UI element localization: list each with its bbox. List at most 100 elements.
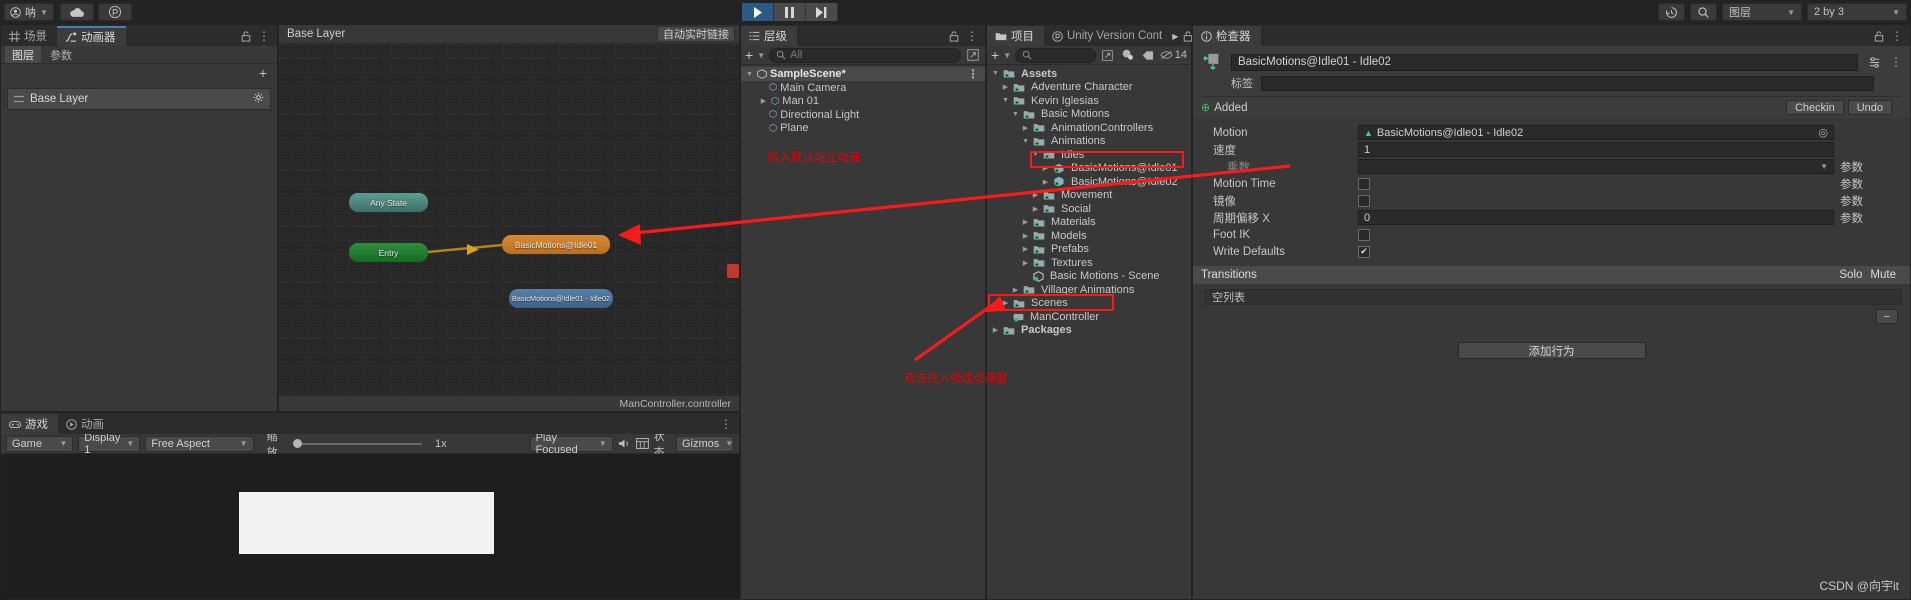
game-mode-dropdown[interactable]: Game ▼ [6,435,74,452]
step-button[interactable] [806,3,838,21]
write-defaults-checkbox[interactable]: ✔ [1358,245,1370,258]
play-button[interactable] [742,3,774,21]
tab-animator[interactable]: 动画器 [57,26,126,46]
collab-button[interactable] [98,3,132,21]
kebab-icon[interactable]: ⋮ [967,68,979,80]
project-row-assets[interactable]: ▼ Assets [987,67,1191,81]
hierarchy-row-samplescene[interactable]: ▼ SampleScene* ⋮ [741,67,985,81]
chevron-right-icon[interactable]: ▶ [1172,32,1178,41]
tab-animation[interactable]: 动画 [58,414,114,434]
lock-icon[interactable] [949,30,959,42]
cycle-offset-input[interactable]: 0 [1358,210,1834,225]
project-row-prefabs[interactable]: ▶ Prefabs [987,243,1191,257]
undo-button[interactable]: Undo [1847,100,1892,115]
project-row-textures[interactable]: ▶ Textures [987,256,1191,270]
preset-icon[interactable] [1866,55,1882,70]
stats-icon[interactable] [635,436,649,451]
lock-icon[interactable] [1874,30,1884,42]
game-viewport[interactable] [1,454,739,599]
project-row-mancontroller[interactable]: ManController [987,310,1191,324]
project-row-social[interactable]: ▶ Social [987,202,1191,216]
chevron-right-icon[interactable]: ▶ [759,97,768,105]
project-row-kevin-iglesias[interactable]: ▼ Kevin Iglesias [987,94,1191,108]
kebab-icon[interactable]: ⋮ [258,30,270,42]
hierarchy-row-plane[interactable]: ⬡ Plane [741,122,985,136]
hierarchy-row-directional-light[interactable]: ⬡ Directional Light [741,108,985,122]
project-search-input[interactable] [1015,47,1096,63]
transitions-empty-list[interactable]: 空列表 [1205,289,1902,305]
chevron-right-icon[interactable]: ▶ [1021,245,1030,253]
project-row-basic-motions-scene[interactable]: Basic Motions - Scene [987,270,1191,284]
subtab-parameters[interactable]: 参数 [43,46,79,63]
chevron-down-icon[interactable]: ▼ [1001,97,1010,104]
kebab-icon[interactable]: ⋮ [720,418,732,430]
chevron-right-icon[interactable]: ▶ [1021,124,1030,132]
multiplier-dropdown[interactable]: ▼ [1358,159,1834,174]
chevron-down-icon[interactable]: ▼ [991,70,1000,77]
foot-ik-checkbox[interactable] [1358,228,1370,241]
mute-icon[interactable] [618,436,631,451]
chevron-right-icon[interactable]: ▶ [1041,178,1050,186]
add-layer-button[interactable]: + [259,65,267,81]
tab-unity-version-control[interactable]: Unity Version Cont [1044,26,1173,46]
tab-inspector[interactable]: 检查器 [1193,26,1261,46]
target-icon[interactable]: ◎ [1818,126,1828,139]
gear-icon[interactable] [253,92,264,106]
motion-object-field[interactable]: ▲ BasicMotions@Idle01 - Idle02 ◎ [1358,125,1834,140]
chevron-down-icon[interactable]: ▼ [757,51,765,60]
project-row-models[interactable]: ▶ Models [987,229,1191,243]
hierarchy-row-main-camera[interactable]: ⬡ Main Camera [741,81,985,95]
expand-icon[interactable] [965,48,981,63]
project-row-packages[interactable]: ▶ Packages [987,324,1191,338]
remove-transition-button[interactable]: − [1876,309,1898,324]
tag-icon[interactable] [1140,48,1156,63]
tab-hierarchy[interactable]: 层级 [741,26,797,46]
chevron-right-icon[interactable]: ▶ [1031,191,1040,199]
motion-time-checkbox[interactable] [1358,177,1370,190]
hierarchy-search-input[interactable]: All [769,47,961,63]
display-dropdown[interactable]: Display 1 ▼ [78,432,141,456]
scale-slider[interactable] [292,439,422,448]
chevron-right-icon[interactable]: ▶ [1001,83,1010,91]
project-row-basic-motions[interactable]: ▼ Basic Motions [987,108,1191,122]
asset-name-field[interactable]: BasicMotions@Idle01 - Idle02 [1231,53,1858,71]
tag-field[interactable] [1261,75,1874,91]
project-row-materials[interactable]: ▶ Materials [987,216,1191,230]
layers-dropdown[interactable]: 图层 ▼ [1722,3,1802,21]
kebab-icon[interactable]: ⋮ [966,30,978,42]
chevron-right-icon[interactable]: ▶ [1021,232,1030,240]
project-row-movement[interactable]: ▶ Movement [987,189,1191,203]
history-button[interactable] [1658,3,1685,21]
project-row-animations[interactable]: ▼ Animations [987,135,1191,149]
search-button[interactable] [1690,3,1717,21]
chevron-right-icon[interactable]: ▶ [1021,218,1030,226]
project-row-animationcontrollers[interactable]: ▶ AnimationControllers [987,121,1191,135]
mirror-checkbox[interactable] [1358,194,1370,207]
project-row-adventure-character[interactable]: ▶ Adventure Character [987,81,1191,95]
gizmos-dropdown[interactable]: Gizmos ▼ [676,435,734,452]
kebab-icon[interactable]: ⋮ [1890,56,1902,68]
project-row-basicmotions-idle02[interactable]: ▶ BasicMotions@Idle02 [987,175,1191,189]
paint-icon[interactable] [1120,48,1136,63]
hidden-count[interactable]: 14 [1160,48,1187,63]
chevron-right-icon[interactable]: ▶ [991,326,1000,334]
hierarchy-tree[interactable]: ▼ SampleScene* ⋮ ⬡ Main Camera ▶ ⬡ Man 0… [741,65,985,135]
pause-button[interactable] [774,3,806,21]
project-add-button[interactable]: + [991,47,999,63]
chevron-down-icon[interactable]: ▼ [1003,51,1011,60]
tab-scene[interactable]: 场景 [1,26,57,46]
chevron-right-icon[interactable]: ▶ [1011,286,1020,294]
kebab-icon[interactable]: ⋮ [1891,30,1903,42]
expand-icon[interactable] [1100,48,1116,63]
hierarchy-add-button[interactable]: + [745,47,753,63]
animator-graph-panel[interactable]: Base Layer 自动实时链接 Any State Entry BasicM… [278,24,740,412]
aspect-dropdown[interactable]: Free Aspect ▼ [145,435,254,452]
speed-input[interactable]: 1 [1358,142,1834,157]
chevron-down-icon[interactable]: ▼ [1021,138,1030,145]
chevron-down-icon[interactable]: ▼ [1011,111,1020,118]
auto-live-link-button[interactable]: 自动实时链接 [657,26,735,42]
play-focused-dropdown[interactable]: Play Focused ▼ [529,432,613,456]
chevron-right-icon[interactable]: ▶ [1031,205,1040,213]
lock-icon[interactable] [241,30,251,42]
state-machine-canvas[interactable]: Any State Entry BasicMotions@Idle01 Basi… [279,44,739,396]
